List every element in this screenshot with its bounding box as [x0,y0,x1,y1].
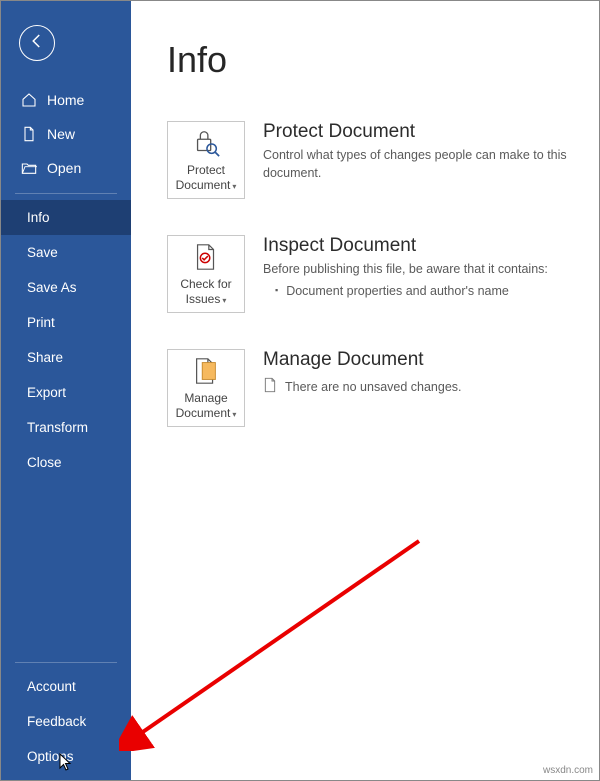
manage-document-button[interactable]: Manage Document▾ [167,349,245,427]
sidebar-item-info[interactable]: Info [1,200,131,235]
chevron-down-icon: ▾ [222,296,226,306]
inspect-document-section: Check for Issues▾ Inspect Document Befor… [167,235,579,313]
nav-bottom-group: Account Feedback Options [1,654,131,780]
backstage-sidebar: Home New Open Info Save [1,1,131,780]
sidebar-item-label: Account [27,679,76,694]
sidebar-item-save[interactable]: Save [1,235,131,270]
check-for-issues-button[interactable]: Check for Issues▾ [167,235,245,313]
sidebar-item-label: Export [27,385,66,400]
sidebar-item-export[interactable]: Export [1,375,131,410]
sidebar-item-label: Save As [27,280,77,295]
nav-primary-group: Home New Open [1,83,131,185]
main-content: Info Protect Document▾ Protect Document … [131,1,599,780]
sidebar-item-share[interactable]: Share [1,340,131,375]
page-title: Info [167,39,579,81]
back-button[interactable] [19,25,55,61]
card-button-label: Protect Document▾ [168,163,244,193]
card-button-label: Check for Issues▾ [168,277,244,307]
home-icon [21,92,37,108]
section-title: Manage Document [263,349,579,371]
sidebar-item-save-as[interactable]: Save As [1,270,131,305]
nav-secondary-group: Info Save Save As Print Share Export Tra… [1,200,131,480]
watermark: wsxdn.com [543,765,593,776]
sidebar-item-close[interactable]: Close [1,445,131,480]
sidebar-divider [15,662,117,663]
sidebar-item-label: Close [27,455,62,470]
sidebar-item-new[interactable]: New [1,117,131,151]
manage-document-icon [191,355,221,387]
new-document-icon [21,126,37,142]
sidebar-divider [15,193,117,194]
back-arrow-icon [28,32,46,55]
section-description: There are no unsaved changes. [263,377,579,399]
inspect-issue-item: Document properties and author's name [263,283,579,301]
sidebar-item-feedback[interactable]: Feedback [1,704,131,739]
sidebar-item-open[interactable]: Open [1,151,131,185]
protect-document-section: Protect Document▾ Protect Document Contr… [167,121,579,199]
section-description: Before publishing this file, be aware th… [263,261,579,300]
sidebar-item-account[interactable]: Account [1,669,131,704]
inspect-document-text: Inspect Document Before publishing this … [263,235,579,300]
section-description: Control what types of changes people can… [263,147,579,182]
sidebar-item-label: Open [47,160,81,176]
document-icon [263,377,277,399]
sidebar-item-label: New [47,126,75,142]
sidebar-item-options[interactable]: Options [1,739,131,774]
lock-search-icon [191,127,221,159]
chevron-down-icon: ▾ [232,410,236,420]
protect-document-button[interactable]: Protect Document▾ [167,121,245,199]
sidebar-item-label: Home [47,92,84,108]
chevron-down-icon: ▾ [232,182,236,192]
sidebar-item-label: Save [27,245,58,260]
sidebar-item-print[interactable]: Print [1,305,131,340]
sidebar-item-label: Share [27,350,63,365]
sidebar-item-label: Transform [27,420,88,435]
sidebar-item-home[interactable]: Home [1,83,131,117]
section-title: Protect Document [263,121,579,143]
sidebar-item-label: Info [27,210,50,225]
inspect-document-icon [191,241,221,273]
sidebar-item-transform[interactable]: Transform [1,410,131,445]
open-folder-icon [21,160,37,176]
protect-document-text: Protect Document Control what types of c… [263,121,579,182]
sidebar-item-label: Feedback [27,714,86,729]
sidebar-item-label: Options [27,749,74,764]
manage-document-text: Manage Document There are no unsaved cha… [263,349,579,399]
manage-document-section: Manage Document▾ Manage Document There a… [167,349,579,427]
section-title: Inspect Document [263,235,579,257]
card-button-label: Manage Document▾ [168,391,244,421]
sidebar-item-label: Print [27,315,55,330]
